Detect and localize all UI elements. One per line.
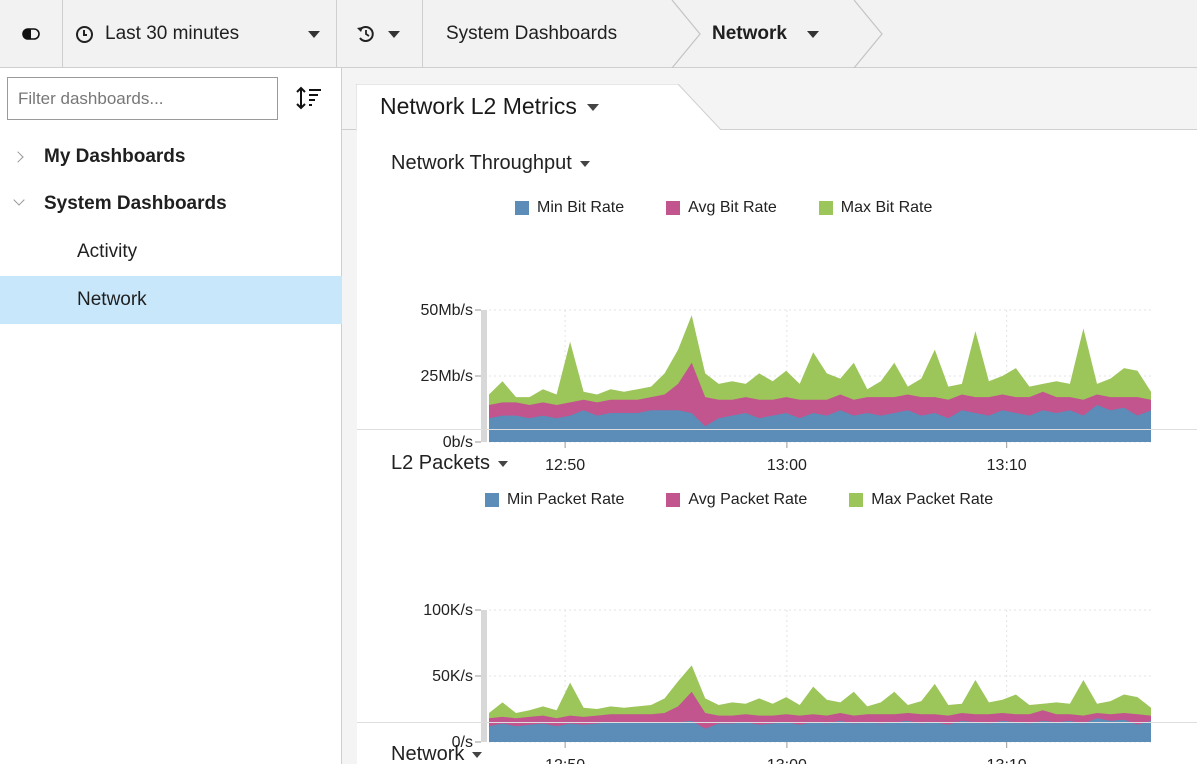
sort-icon[interactable] <box>296 86 322 110</box>
chevron-down-icon <box>806 30 819 38</box>
legend-swatch <box>849 493 864 507</box>
chart-legend: Min Bit Rate Avg Bit Rate Max Bit Rate <box>515 199 974 217</box>
y-tick-label: 100K/s <box>423 602 473 619</box>
sidebar-item-label: My Dashboards <box>44 146 186 167</box>
sidebar-item-system-dashboards[interactable]: System Dashboards <box>0 180 342 228</box>
tab-network-l2-metrics[interactable]: Network L2 Metrics <box>356 84 723 131</box>
chart-scrub-bar <box>481 310 487 442</box>
sidebar-item-my-dashboards[interactable]: My Dashboards <box>0 133 342 181</box>
sidebar-item-label: Activity <box>77 241 138 262</box>
chevron-down-icon <box>579 160 590 167</box>
legend-swatch <box>666 201 681 215</box>
breadcrumb-label: System Dashboards <box>446 23 618 44</box>
x-tick-label: 13:00 <box>767 457 807 474</box>
top-toolbar: Last 30 minutes System Dashboards Networ… <box>0 0 1197 68</box>
time-range-picker[interactable]: Last 30 minutes <box>62 0 336 68</box>
history-icon <box>357 26 374 42</box>
chevron-down-icon <box>388 30 400 38</box>
legend-item-min[interactable]: Min Packet Rate <box>485 491 624 509</box>
sidebar-item-activity[interactable]: Activity <box>0 228 342 276</box>
legend-item-min[interactable]: Min Bit Rate <box>515 199 624 217</box>
legend-item-avg[interactable]: Avg Bit Rate <box>666 199 777 217</box>
chevron-down-icon <box>308 31 320 38</box>
chart-legend: Min Packet Rate Avg Packet Rate Max Pack… <box>485 491 1035 509</box>
legend-swatch <box>485 493 499 507</box>
sidebar-item-label: System Dashboards <box>44 193 227 214</box>
chevron-down-icon <box>586 104 599 112</box>
time-range-label: Last 30 minutes <box>105 23 240 44</box>
history-button[interactable] <box>336 0 422 68</box>
dashboard-tab-strip: Network L2 Metrics <box>342 68 1197 131</box>
legend-item-max[interactable]: Max Packet Rate <box>849 491 993 509</box>
breadcrumb-separator <box>853 0 883 68</box>
x-tick-label: 12:50 <box>545 457 585 474</box>
x-tick-label: 13:00 <box>767 757 807 764</box>
x-tick-label: 12:50 <box>545 757 585 764</box>
x-tick-label: 13:10 <box>987 757 1027 764</box>
y-tick-label: 25Mb/s <box>421 368 473 385</box>
breadcrumb-label: Network <box>712 23 787 44</box>
clock-icon <box>76 25 93 43</box>
dashboard-content: Network Throughput Min Bit Rate Avg Bit … <box>357 130 1197 764</box>
panel-title-network[interactable]: Network <box>391 743 483 764</box>
legend-item-max[interactable]: Max Bit Rate <box>818 199 932 217</box>
chevron-down-icon <box>497 460 508 467</box>
x-tick-label: 13:10 <box>987 457 1027 474</box>
toggle-switch-icon <box>22 28 40 40</box>
toggle-icon[interactable] <box>0 0 62 68</box>
legend-swatch <box>515 201 529 215</box>
l2-packets-chart: 0/s50K/s100K/s12:5013:0013:10 <box>423 602 1151 764</box>
chevron-down-icon <box>472 751 483 758</box>
panel-title-network-throughput[interactable]: Network Throughput <box>391 152 590 175</box>
dashboard-title: Network L2 Metrics <box>380 93 599 120</box>
y-tick-label: 0b/s <box>443 434 473 451</box>
legend-item-avg[interactable]: Avg Packet Rate <box>666 491 807 509</box>
y-tick-label: 50K/s <box>432 668 473 685</box>
sidebar-item-label: Network <box>77 289 147 310</box>
legend-swatch <box>666 493 681 507</box>
filter-dashboards-input[interactable] <box>7 77 278 120</box>
dashboard-main: Network L2 Metrics Network Throughput Mi… <box>342 68 1197 764</box>
dashboard-sidebar: My Dashboards System Dashboards Activity… <box>0 68 342 764</box>
breadcrumb-system-dashboards[interactable]: System Dashboards <box>422 0 672 68</box>
legend-swatch <box>818 201 833 215</box>
chevron-down-icon <box>13 194 25 206</box>
panel-title-l2-packets[interactable]: L2 Packets <box>391 452 508 475</box>
y-tick-label: 50Mb/s <box>421 302 473 319</box>
sidebar-item-network[interactable]: Network <box>0 276 342 324</box>
chevron-right-icon <box>12 151 24 163</box>
